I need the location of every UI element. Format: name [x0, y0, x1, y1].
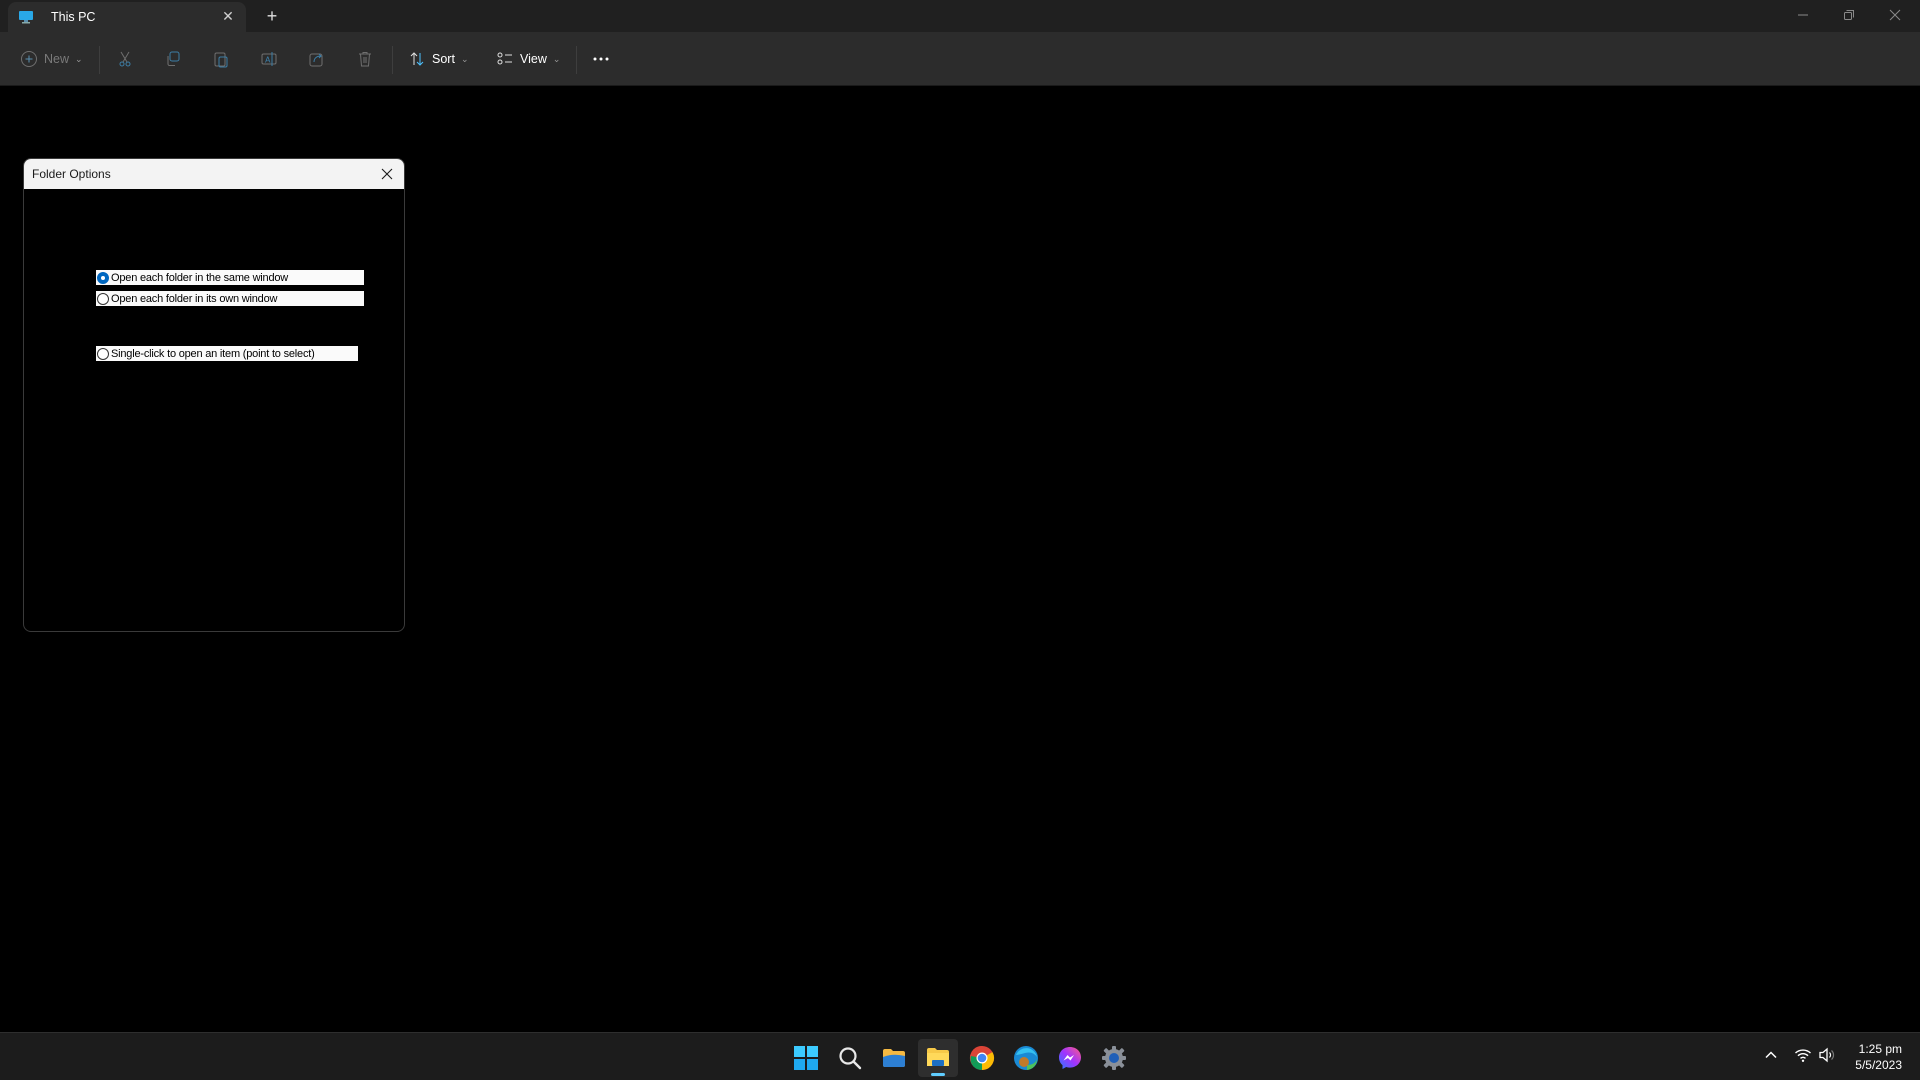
toolbar-divider [576, 46, 577, 74]
folder-app-button[interactable] [874, 1039, 914, 1077]
share-icon [309, 53, 323, 67]
title-bar: This PC ✕ + [0, 0, 1920, 32]
radio-button[interactable] [97, 347, 109, 360]
show-hidden-icons-button[interactable] [1764, 1048, 1778, 1067]
monitor-icon [18, 9, 34, 25]
restore-icon [1844, 10, 1854, 20]
speaker-icon [1819, 1047, 1835, 1063]
plus-circle-icon [21, 51, 37, 67]
chevron-down-icon: ⌄ [552, 53, 561, 64]
svg-text:A: A [265, 56, 271, 65]
radio-single-click[interactable]: Single-click to open an item (point to s… [96, 346, 358, 361]
taskbar: 1:25 pm 5/5/2023 [0, 1032, 1920, 1080]
active-app-indicator [931, 1073, 945, 1076]
clock-time: 1:25 pm [1858, 1042, 1902, 1056]
settings-gear-icon [1102, 1046, 1126, 1070]
chevron-down-icon: ⌄ [460, 53, 469, 64]
rename-icon: A [261, 52, 277, 66]
new-button[interactable]: New ⌄ [20, 43, 83, 75]
trash-icon [359, 52, 371, 67]
toolbar-divider [99, 46, 100, 74]
chevron-down-icon: ⌄ [75, 53, 83, 64]
minimize-icon [1798, 14, 1808, 16]
wifi-icon [1795, 1049, 1811, 1062]
network-button[interactable] [1794, 1047, 1812, 1068]
close-tab-button[interactable]: ✕ [220, 8, 236, 24]
messenger-button[interactable] [1050, 1039, 1090, 1077]
sort-button[interactable]: Sort ⌄ [408, 43, 468, 75]
copy-icon [167, 51, 180, 66]
radio-own-window[interactable]: Open each folder in its own window [96, 291, 364, 306]
more-options-button[interactable] [592, 43, 610, 75]
sort-icon [410, 52, 424, 66]
clock-date: 5/5/2023 [1855, 1058, 1902, 1072]
close-icon [1889, 9, 1901, 21]
close-window-button[interactable] [1872, 0, 1918, 30]
command-bar: New ⌄ A Sort ⌄ View ⌄ [0, 32, 1920, 86]
radio-button[interactable] [97, 292, 109, 305]
start-button[interactable] [786, 1039, 826, 1077]
share-button[interactable] [308, 43, 326, 75]
cut-button[interactable] [116, 43, 134, 75]
paste-button[interactable] [212, 43, 230, 75]
close-icon [381, 168, 393, 180]
minimize-button[interactable] [1780, 0, 1826, 30]
radio-label: Open each folder in its own window [111, 292, 278, 305]
chrome-icon [969, 1046, 995, 1070]
dialog-title: Folder Options [32, 167, 111, 181]
chevron-up-icon [1765, 1051, 1777, 1059]
ellipsis-icon [593, 57, 609, 61]
new-label: New [44, 52, 70, 66]
toolbar-divider [392, 46, 393, 74]
copy-button[interactable] [164, 43, 182, 75]
paste-icon [214, 52, 228, 68]
rename-button[interactable]: A [260, 43, 278, 75]
chrome-button[interactable] [962, 1039, 1002, 1077]
windows-logo-icon [794, 1046, 818, 1070]
file-explorer-icon [927, 1048, 949, 1066]
view-list-icon [497, 52, 512, 65]
tab-this-pc[interactable]: This PC ✕ [8, 2, 246, 32]
folder-options-dialog: Folder Options Open each folder in the s… [23, 158, 405, 632]
scissors-icon [119, 51, 131, 67]
tab-title: This PC [51, 10, 96, 24]
radio-same-window[interactable]: Open each folder in the same window [96, 270, 364, 285]
search-button[interactable] [830, 1039, 870, 1077]
restore-button[interactable] [1826, 0, 1872, 30]
view-button[interactable]: View ⌄ [496, 43, 560, 75]
new-tab-button[interactable]: + [263, 7, 281, 25]
view-label: View [520, 52, 547, 66]
messenger-icon [1059, 1047, 1081, 1069]
search-icon [839, 1047, 862, 1070]
volume-button[interactable] [1818, 1047, 1836, 1068]
sort-label: Sort [432, 52, 455, 66]
dialog-close-button[interactable] [378, 165, 396, 183]
dialog-title-bar[interactable]: Folder Options [24, 159, 404, 189]
file-explorer-button[interactable] [918, 1039, 958, 1077]
radio-label: Single-click to open an item (point to s… [111, 347, 315, 360]
clock[interactable]: 1:25 pm 5/5/2023 [1855, 1041, 1902, 1073]
delete-button[interactable] [356, 43, 374, 75]
edge-icon [1014, 1046, 1038, 1070]
folder-icon [883, 1049, 905, 1067]
radio-label: Open each folder in the same window [111, 271, 289, 284]
radio-button-checked[interactable] [97, 271, 109, 284]
edge-button[interactable] [1006, 1039, 1046, 1077]
settings-button[interactable] [1094, 1039, 1134, 1077]
